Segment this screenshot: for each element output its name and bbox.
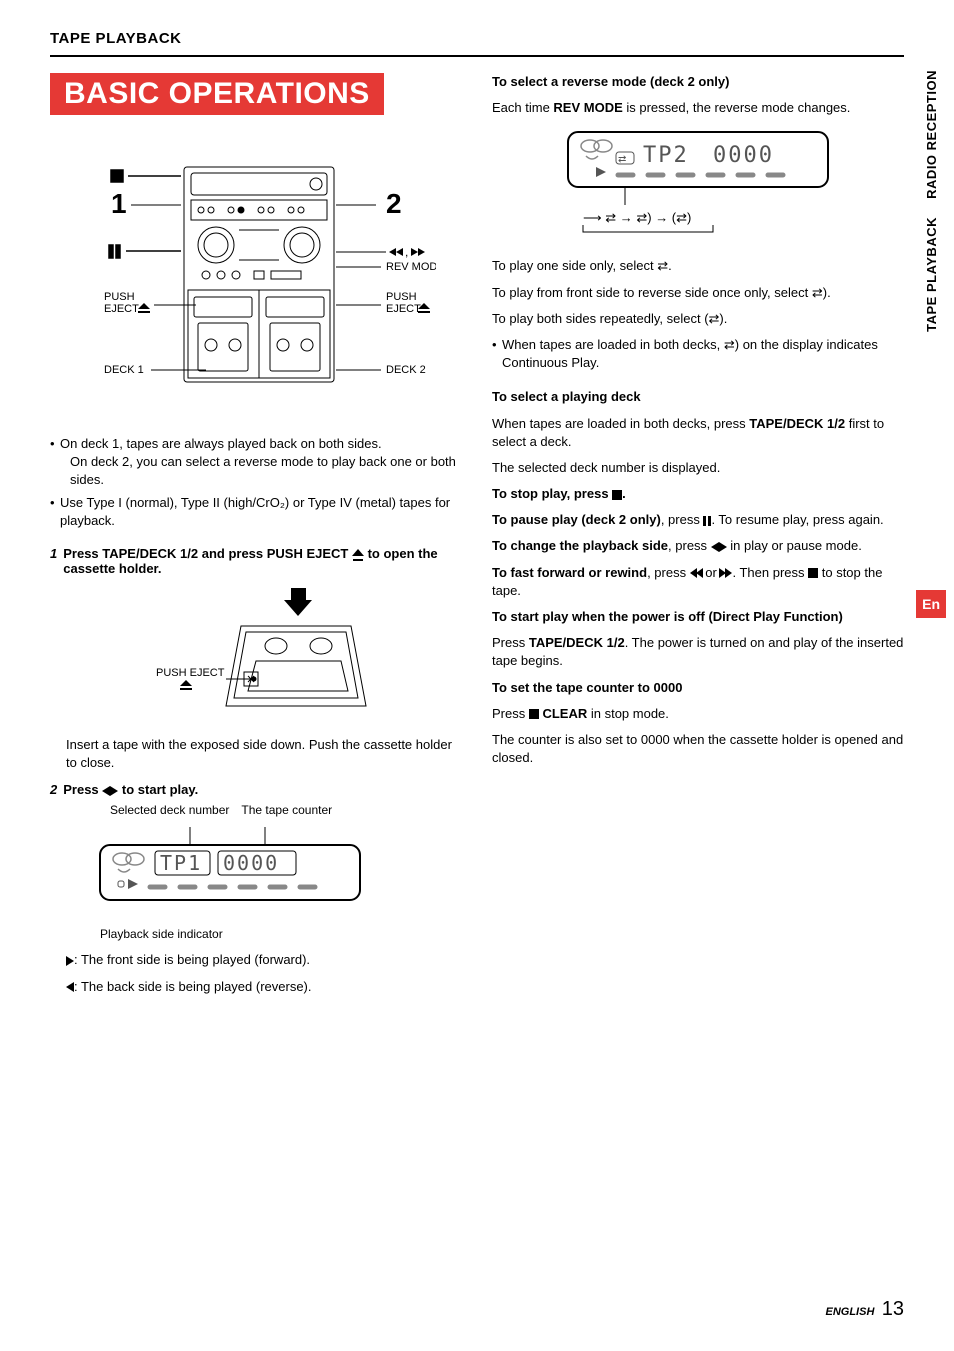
- step-1: 1 Press TAPE/DECK 1/2 and press PUSH EJE…: [50, 546, 462, 576]
- insert-instruction: Insert a tape with the exposed side down…: [66, 736, 462, 772]
- stop-icon: [529, 709, 539, 719]
- fwd-play-line: : The front side is being played (forwar…: [66, 951, 462, 969]
- tab-tape-playback: TAPE PLAYBACK: [924, 217, 939, 332]
- callout-1: 1: [111, 188, 127, 219]
- fast-forward-icon: [720, 568, 732, 578]
- deck-displayed-line: The selected deck number is displayed.: [492, 459, 904, 477]
- cassette-holder-diagram: PUSH EJECT: [50, 586, 462, 716]
- callout-2: 2: [386, 188, 402, 219]
- bullet-item: On deck 1, tapes are always played back …: [50, 435, 462, 490]
- page-number: 13: [882, 1298, 904, 1320]
- play-both-sides: To play both sides repeatedly, select (⇄…: [492, 310, 904, 328]
- footer-language: ENGLISH: [826, 1306, 875, 1318]
- svg-text:,: ,: [405, 245, 408, 259]
- label-deck-1: DECK 1: [104, 364, 144, 376]
- svg-text:0000: 0000: [223, 851, 279, 875]
- label-rev-mode: REV MODE: [386, 261, 436, 273]
- rev-play-line: : The back side is being played (reverse…: [66, 978, 462, 996]
- play-forward-icon: [66, 956, 74, 966]
- language-tab: En: [916, 590, 946, 618]
- section-header: TAPE PLAYBACK: [50, 30, 904, 47]
- svg-text:⇄: ⇄: [618, 154, 626, 165]
- page-footer: ENGLISH 13: [826, 1298, 905, 1321]
- svg-text:0000: 0000: [713, 143, 774, 168]
- heading-reverse-mode: To select a reverse mode (deck 2 only): [492, 74, 729, 89]
- right-column: To select a reverse mode (deck 2 only) E…: [492, 73, 904, 1004]
- heading-select-deck: To select a playing deck: [492, 389, 641, 404]
- left-column: BASIC OPERATIONS PUSH EJECT: [50, 73, 462, 1004]
- lcd-tp2-diagram: ⇄ TP2 0000 ⟶ ⇄ → ⇄) → (⇄): [492, 127, 904, 237]
- svg-text:TP1: TP1: [160, 851, 202, 875]
- indicator-caption: Playback side indicator: [100, 927, 462, 941]
- svg-text:PUSH EJECT: PUSH EJECT: [156, 667, 225, 679]
- label-deck-2: DECK 2: [386, 364, 426, 376]
- rewind-icon: [690, 568, 702, 578]
- step-2: 2 Press to start play.: [50, 782, 462, 797]
- heading-stop-play: To stop play, press .: [492, 486, 626, 501]
- stop-icon: [808, 568, 818, 578]
- svg-text:TP2: TP2: [643, 143, 689, 168]
- counter-press-line: Press CLEAR in stop mode.: [492, 705, 904, 723]
- play-front-reverse: To play from front side to reverse side …: [492, 284, 904, 302]
- header-underline: [50, 55, 904, 57]
- side-tabs: RADIO RECEPTION TAPE PLAYBACK En: [916, 70, 946, 618]
- heading-direct-play: To start play when the power is off (Dir…: [492, 609, 843, 624]
- lcd-caption-row: Selected deck number The tape counter: [110, 803, 462, 817]
- svg-text:⟶ ⇄ → ⇄) → (⇄): ⟶ ⇄ → ⇄) → (⇄): [583, 210, 691, 225]
- ff-rewind-line: To fast forward or rewind, press or . Th…: [492, 564, 904, 600]
- change-side-line: To change the playback side, press in pl…: [492, 537, 904, 555]
- lcd-tp1-diagram: TP1 0000: [90, 827, 462, 907]
- banner-basic-operations: BASIC OPERATIONS: [50, 73, 384, 115]
- tab-radio-reception: RADIO RECEPTION: [924, 70, 939, 199]
- stop-icon: [612, 490, 622, 500]
- pause-line: To pause play (deck 2 only), press . To …: [492, 511, 904, 529]
- continuous-play-note: When tapes are loaded in both decks, ⇄) …: [492, 336, 904, 372]
- svg-text:EJECT: EJECT: [104, 303, 139, 315]
- svg-text:EJECT: EJECT: [386, 303, 421, 315]
- label-push-eject-left: PUSH: [104, 291, 135, 303]
- intro-bullets: On deck 1, tapes are always played back …: [50, 435, 462, 530]
- bullet-item: Use Type I (normal), Type II (high/CrO₂)…: [50, 494, 462, 530]
- play-reverse-icon: [66, 982, 74, 992]
- reverse-mode-line: Each time REV MODE is pressed, the rever…: [492, 99, 904, 117]
- heading-counter: To set the tape counter to 0000: [492, 680, 682, 695]
- counter-reset-line: The counter is also set to 0000 when the…: [492, 731, 904, 767]
- play-one-side: To play one side only, select ⇄.: [492, 257, 904, 275]
- select-deck-line: When tapes are loaded in both decks, pre…: [492, 415, 904, 451]
- svg-text:PUSH: PUSH: [386, 291, 417, 303]
- eject-icon: [352, 549, 364, 561]
- direct-play-line: Press TAPE/DECK 1/2. The power is turned…: [492, 634, 904, 670]
- stereo-diagram: PUSH EJECT DECK 1 1 2: [50, 145, 462, 415]
